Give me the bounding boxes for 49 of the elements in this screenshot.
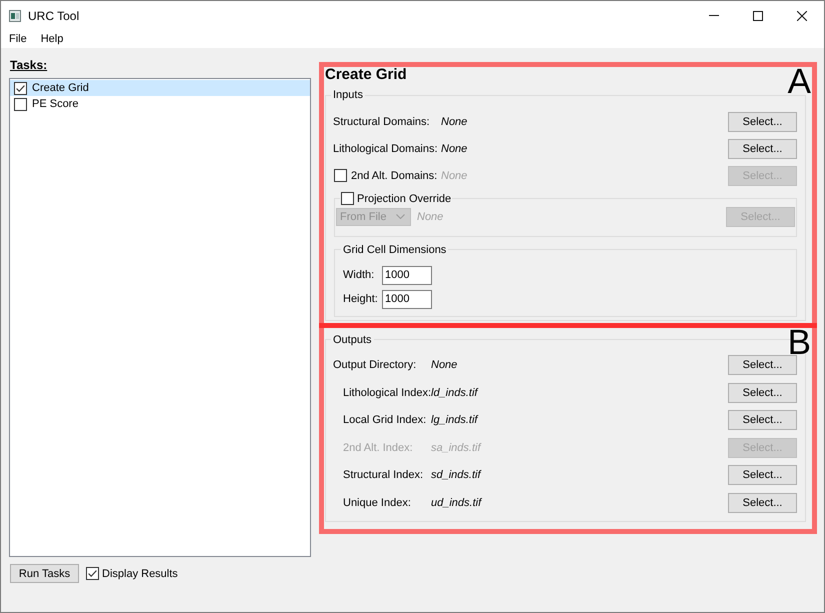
minimize-icon: [709, 15, 719, 16]
display-results-checkbox[interactable]: Display Results: [86, 567, 178, 580]
close-icon: [797, 10, 807, 20]
maximize-icon: [753, 10, 763, 20]
file-value: lg_inds.tif: [431, 414, 478, 426]
chevron-down-icon: [396, 214, 405, 219]
file-value: None: [431, 359, 458, 372]
field-label: Local Grid Index:: [343, 414, 426, 426]
dimension-field[interactable]: 1000: [382, 290, 432, 308]
field-label: 2nd Alt. Index:: [343, 442, 413, 454]
annotation-label: A: [788, 64, 811, 99]
select-button[interactable]: Select...: [728, 112, 797, 132]
field-label: Structural Index:: [343, 469, 424, 482]
select-button[interactable]: Select...: [728, 355, 797, 376]
file-value: None: [441, 142, 468, 154]
select-button[interactable]: Select...: [728, 465, 797, 486]
tasks-heading: Tasks:: [10, 58, 48, 72]
select-button[interactable]: Select...: [728, 492, 797, 513]
menu-item[interactable]: File: [2, 31, 34, 47]
menu-item[interactable]: Help: [34, 31, 70, 47]
app-icon: [9, 10, 21, 22]
file-value: sd_inds.tif: [431, 469, 481, 482]
checkbox-icon[interactable]: [14, 82, 27, 94]
field-label: Structural Domains:: [333, 116, 430, 128]
panel-title: Create Grid: [325, 67, 407, 83]
field-label: Height:: [343, 293, 379, 305]
group-title: Grid Cell Dimensions: [342, 242, 448, 256]
select-button[interactable]: Select...: [728, 410, 797, 430]
file-value: None: [441, 116, 468, 128]
group-title: Outputs: [332, 332, 373, 346]
field-label: Width:: [343, 269, 376, 281]
field-label: Unique Index:: [343, 496, 411, 509]
file-value: ud_inds.tif: [431, 496, 482, 509]
window-title: URC Tool: [28, 8, 80, 22]
select-button[interactable]: Select...: [728, 138, 797, 158]
group-title: Inputs: [332, 88, 364, 102]
select-button[interactable]: Select...: [728, 382, 797, 403]
run-tasks-button[interactable]: Run Tasks: [10, 564, 79, 583]
task-item[interactable]: PE Score: [10, 96, 310, 112]
field-label: Lithological Index:: [343, 386, 432, 399]
file-value: ld_inds.tif: [431, 386, 478, 399]
field-label: Lithological Domains:: [333, 142, 438, 154]
file-value: None: [441, 170, 468, 182]
file-value: sa_inds.tif: [431, 442, 481, 454]
field-label: Output Directory:: [333, 359, 416, 372]
checkbox-icon[interactable]: [14, 98, 27, 110]
task-item[interactable]: Create Grid: [10, 80, 310, 96]
file-value: None: [417, 210, 444, 222]
dimension-field[interactable]: 1000: [382, 266, 432, 284]
